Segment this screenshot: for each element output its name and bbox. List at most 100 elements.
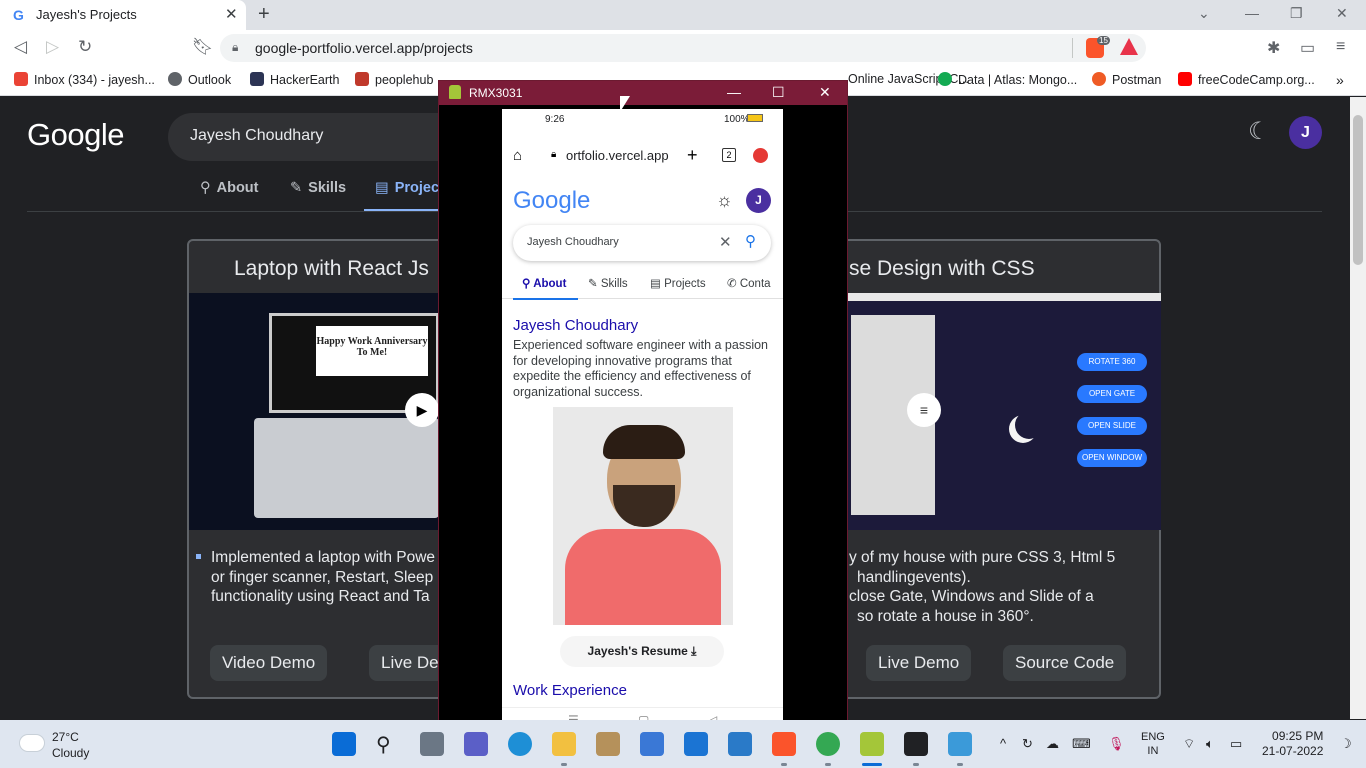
vscode-icon[interactable] xyxy=(728,732,752,756)
bookmark-freecodecamp[interactable]: freeCodeCamp.org... xyxy=(1178,72,1315,87)
bookmark-mongodb[interactable]: Data | Atlas: Mongo... xyxy=(938,72,1077,87)
open-slide-button[interactable]: OPEN SLIDE xyxy=(1077,417,1147,435)
house-video-thumbnail[interactable]: ≡ ROTATE 360 OPEN GATE OPEN SLIDE OPEN W… xyxy=(847,293,1161,530)
teams-icon[interactable] xyxy=(464,732,488,756)
phone-search-value[interactable]: Jayesh Choudhary xyxy=(527,236,619,248)
reload-icon[interactable]: ↻ xyxy=(78,37,92,57)
menu-play-icon[interactable]: ≡ xyxy=(907,393,941,427)
laptop-video-thumbnail[interactable]: Happy Work Anniversary To Me! ▶ xyxy=(189,293,439,530)
tab-projects[interactable]: ▤ Projec xyxy=(375,180,439,196)
snipping-tool-icon[interactable] xyxy=(596,732,620,756)
download-icon: ⤓ xyxy=(691,644,697,658)
forward-icon[interactable]: ▷ xyxy=(46,37,59,57)
tab-skills[interactable]: ✎ Skills xyxy=(290,180,346,196)
tab-close-icon[interactable]: ✕ xyxy=(225,5,238,23)
battery-icon[interactable]: ▭ xyxy=(1230,736,1242,752)
sync-icon[interactable]: ↻ xyxy=(1022,736,1033,752)
keyboard-icon[interactable]: ⌨ xyxy=(1072,736,1091,752)
tray-overflow-icon[interactable]: ^ xyxy=(1000,736,1006,751)
url-text[interactable]: google-portfolio.vercel.app/projects xyxy=(255,40,473,56)
scroll-thumb[interactable] xyxy=(1353,115,1363,265)
phone-avatar[interactable]: J xyxy=(746,188,771,213)
brave-rewards-icon[interactable] xyxy=(1120,38,1138,55)
running-indicator xyxy=(781,763,787,766)
clear-icon[interactable]: ✕ xyxy=(719,233,732,251)
clock[interactable]: 09:25 PM 21-07-2022 xyxy=(1262,729,1323,759)
close-window-button[interactable]: ✕ xyxy=(1336,5,1348,22)
search-box[interactable]: Jayesh Choudhary xyxy=(168,113,448,161)
terminal-icon[interactable] xyxy=(904,732,928,756)
volume-icon[interactable]: 🔈︎ xyxy=(1206,736,1214,752)
chrome-icon[interactable] xyxy=(816,732,840,756)
phone-screen[interactable]: 9:26 100% ⌂ 🔒︎ ortfolio.vercel.app + 2 G… xyxy=(502,109,783,733)
phone-battery: 100% xyxy=(724,114,750,125)
cloud-off-icon[interactable]: ☁ xyxy=(1046,736,1059,752)
file-explorer-icon[interactable] xyxy=(552,732,576,756)
notification-icon[interactable]: ☽ xyxy=(1340,736,1352,752)
search-value[interactable]: Jayesh Choudhary xyxy=(190,127,323,145)
scrcpy-close-button[interactable]: ✕ xyxy=(819,84,831,101)
video-demo-button[interactable]: Video Demo xyxy=(210,645,328,681)
source-code-button[interactable]: Source Code xyxy=(1003,645,1127,681)
language-indicator[interactable]: ENG IN xyxy=(1141,730,1165,758)
open-window-button[interactable]: OPEN WINDOW xyxy=(1077,449,1147,467)
live-demo-button[interactable]: Live Demo xyxy=(866,645,972,681)
address-bar[interactable]: 🔒︎ google-portfolio.vercel.app/projects … xyxy=(220,34,1146,62)
microphone-icon[interactable]: 🎙︎ xyxy=(1108,736,1125,752)
avatar[interactable]: J xyxy=(1289,116,1322,149)
back-icon[interactable]: ◁ xyxy=(14,37,27,57)
start-icon[interactable] xyxy=(332,732,356,756)
plus-icon[interactable]: + xyxy=(687,145,698,166)
browser-tab[interactable]: G Jayesh's Projects ✕ xyxy=(0,0,246,30)
play-icon[interactable]: ▶ xyxy=(405,393,439,427)
remote-app-icon[interactable] xyxy=(948,732,972,756)
page-scrollbar[interactable] xyxy=(1350,97,1366,719)
phone-tab-projects[interactable]: ▤ Projects xyxy=(650,276,706,290)
phone-url[interactable]: ortfolio.vercel.app xyxy=(566,148,669,163)
bookmark-outlook[interactable]: Outlook xyxy=(168,72,231,87)
bookmark-icon[interactable]: 🔖︎ xyxy=(192,37,214,57)
tab-count[interactable]: 2 xyxy=(722,148,736,162)
house-description: y of my house with pure CSS 3, Html 5 ha… xyxy=(849,549,1116,625)
search-icon[interactable]: ⚲ xyxy=(376,732,400,756)
new-tab-button[interactable]: + xyxy=(258,3,270,26)
bookmarks-overflow-icon[interactable]: » xyxy=(1336,72,1344,88)
phone-tab-contact[interactable]: ✆ Conta xyxy=(727,276,771,290)
rotate-360-button[interactable]: ROTATE 360 xyxy=(1077,353,1147,371)
mail-icon[interactable] xyxy=(684,732,708,756)
store-icon[interactable] xyxy=(640,732,664,756)
phone-tab-skills[interactable]: ✎ Skills xyxy=(588,276,628,290)
minimize-button[interactable]: — xyxy=(1245,5,1259,21)
edge-icon[interactable] xyxy=(508,732,532,756)
scrcpy-minimize-button[interactable]: — xyxy=(727,84,741,100)
restore-button[interactable]: ❐ xyxy=(1290,5,1303,22)
google-logo[interactable]: Google xyxy=(27,117,124,153)
dark-mode-icon[interactable]: ☾ xyxy=(1248,117,1270,146)
bookmark-inbox[interactable]: Inbox (334) - jayesh... xyxy=(14,72,155,87)
phone-search-box[interactable]: Jayesh Choudhary ✕ ⚲ xyxy=(513,225,771,261)
menu-icon[interactable]: ≡ xyxy=(1336,38,1345,56)
bookmark-peoplehub[interactable]: peoplehub xyxy=(355,72,433,87)
tab-about[interactable]: ⚲ About xyxy=(200,180,259,196)
phone-tabs: ⚲ About ✎ Skills ▤ Projects ✆ Conta xyxy=(502,269,783,299)
extensions-icon[interactable]: ✱ xyxy=(1267,38,1280,58)
sun-icon[interactable]: ☼ xyxy=(716,190,733,211)
extension-icon[interactable] xyxy=(753,148,768,163)
scrcpy-title-bar[interactable]: RMX3031 — ☐ ✕ xyxy=(439,81,847,105)
phone-tab-about[interactable]: ⚲ About xyxy=(522,276,566,290)
open-gate-button[interactable]: OPEN GATE xyxy=(1077,385,1147,403)
android-app-icon[interactable] xyxy=(860,732,884,756)
bookmark-hackerearth[interactable]: HackerEarth xyxy=(250,72,339,87)
home-icon[interactable]: ⌂ xyxy=(513,147,522,164)
search-icon[interactable]: ⚲ xyxy=(745,232,756,250)
lock-icon[interactable]: 🔒︎ xyxy=(232,40,238,55)
wifi-icon[interactable]: ⌔ xyxy=(1183,736,1195,752)
brave-icon[interactable] xyxy=(772,732,796,756)
tab-search-icon[interactable]: ⌄ xyxy=(1198,5,1210,22)
resume-button[interactable]: Jayesh's Resume ⤓ xyxy=(560,636,724,667)
bookmark-postman[interactable]: Postman xyxy=(1092,72,1161,87)
task-view-icon[interactable] xyxy=(420,732,444,756)
wallet-icon[interactable]: ▭ xyxy=(1300,38,1315,58)
scrcpy-maximize-button[interactable]: ☐ xyxy=(772,84,785,101)
scrcpy-window[interactable]: RMX3031 — ☐ ✕ 9:26 100% ⌂ 🔒︎ ortfolio.ve… xyxy=(438,80,848,733)
